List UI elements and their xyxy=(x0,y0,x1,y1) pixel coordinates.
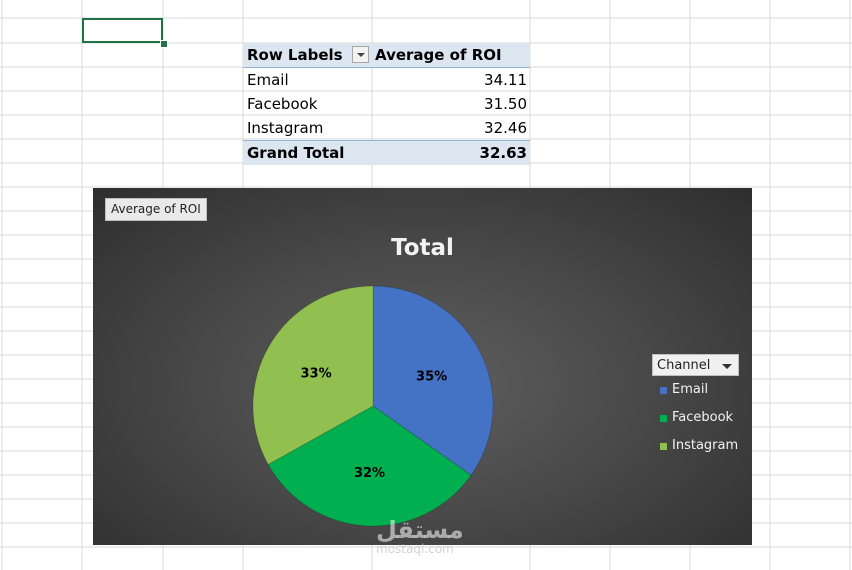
data-label-email: 35% xyxy=(416,370,447,385)
grand-total-label: Grand Total xyxy=(247,144,345,162)
pivot-table: Row Labels Average of ROI Email 34.11 Fa… xyxy=(243,43,530,165)
data-label-facebook: 32% xyxy=(354,466,385,481)
legend-swatch xyxy=(660,415,667,422)
watermark-arabic: مستقل xyxy=(376,516,464,544)
pivot-row-value: 32.46 xyxy=(484,119,527,137)
data-label-instagram: 33% xyxy=(301,367,332,382)
value-header: Average of ROI xyxy=(375,46,502,64)
pivot-row-value: 31.50 xyxy=(484,95,527,113)
pivot-row-label: Instagram xyxy=(247,119,324,137)
row-labels-filter-button[interactable] xyxy=(352,46,369,63)
pivot-row[interactable]: Facebook 31.50 xyxy=(243,92,530,116)
dropdown-arrow-icon xyxy=(722,364,732,369)
channel-filter-label: Channel xyxy=(657,358,711,373)
pivot-row-label: Facebook xyxy=(247,95,318,113)
pivot-grand-total-row[interactable]: Grand Total 32.63 xyxy=(243,140,530,165)
legend-swatch xyxy=(660,387,667,394)
pivot-chart[interactable]: Average of ROI Total 35% 32% 33% Channel E… xyxy=(93,188,752,545)
pivot-row-value: 34.11 xyxy=(484,71,527,89)
channel-filter-button[interactable]: Channel xyxy=(652,354,739,376)
pivot-row[interactable]: Email 34.11 xyxy=(243,68,530,92)
pivot-header-row: Row Labels Average of ROI xyxy=(243,43,530,68)
watermark-latin: mostaql.com xyxy=(376,542,454,556)
row-labels-header: Row Labels xyxy=(247,46,343,64)
watermark: مستقل mostaql.com xyxy=(376,516,464,556)
legend-label: Facebook xyxy=(672,410,734,425)
grand-total-value: 32.63 xyxy=(479,144,527,162)
fill-handle[interactable] xyxy=(160,40,168,48)
legend-label: Instagram xyxy=(672,438,739,453)
selected-cell[interactable] xyxy=(82,18,163,43)
pivot-row-label: Email xyxy=(247,71,289,89)
legend-label: Email xyxy=(672,382,709,397)
legend-swatch xyxy=(660,443,667,450)
pivot-row[interactable]: Instagram 32.46 xyxy=(243,116,530,140)
